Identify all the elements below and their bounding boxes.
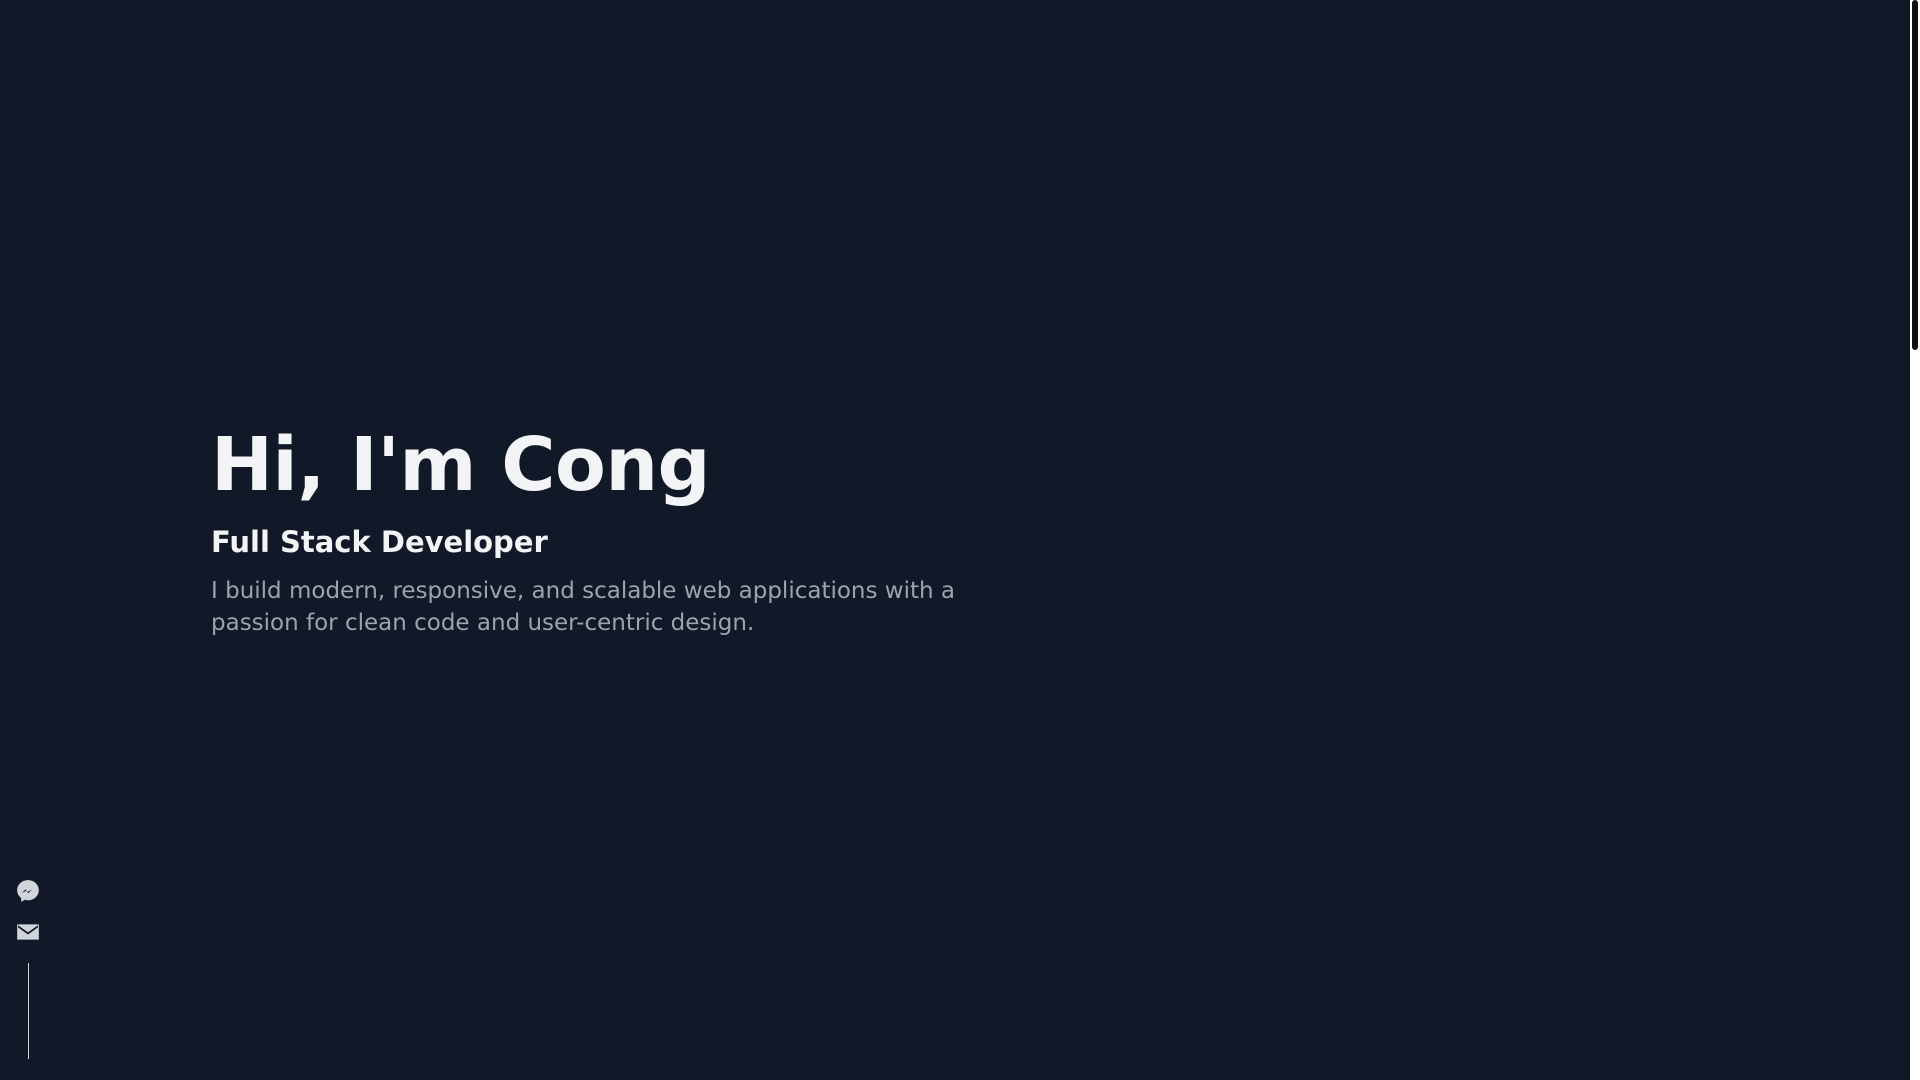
hero-section: Hi, I'm Cong Full Stack Developer I buil… — [211, 422, 1031, 639]
scrollbar-thumb[interactable] — [1912, 0, 1918, 350]
vertical-scrollbar[interactable] — [1910, 0, 1920, 1080]
messenger-link[interactable] — [15, 878, 41, 904]
social-divider-line — [27, 963, 29, 1059]
hero-subtitle: Full Stack Developer — [211, 525, 548, 560]
social-links-rail — [15, 878, 41, 1059]
email-link[interactable] — [15, 919, 41, 945]
messenger-icon — [17, 880, 39, 902]
portfolio-page: Hi, I'm Cong Full Stack Developer I buil… — [0, 0, 1920, 1080]
hero-title: Hi, I'm Cong — [211, 422, 711, 508]
mail-icon — [17, 924, 39, 940]
hero-description: I build modern, responsive, and scalable… — [211, 577, 956, 636]
